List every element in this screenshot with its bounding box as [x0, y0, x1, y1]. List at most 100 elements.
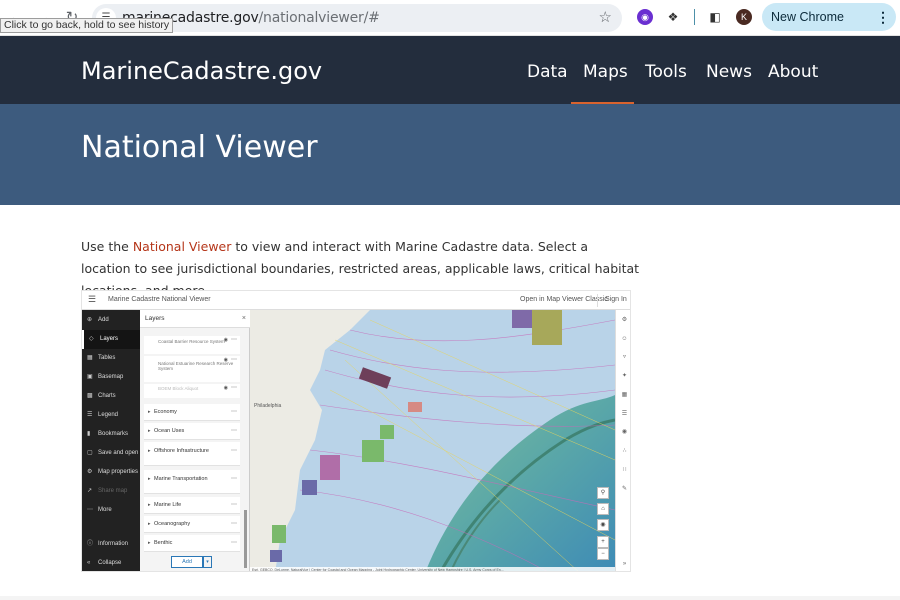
- right-toolbar: ⚙ ☺ ▿ ✦ ▦ ☰ ◉ ∴ ∷ ✎ »: [615, 310, 630, 571]
- site-logo-title[interactable]: MarineCadastre.gov: [81, 57, 322, 85]
- side-item-label: Add: [98, 317, 109, 323]
- group-label: Offshore Infrastructure: [154, 448, 209, 454]
- layer-group-ocean-uses: ▸ Ocean Uses ⋯: [144, 423, 240, 440]
- side-item-label: More: [98, 507, 112, 513]
- save-icon: ▢: [87, 450, 93, 456]
- layers-panel-header: Layers ×: [140, 310, 250, 328]
- chevron-right-icon: ▸: [148, 428, 151, 434]
- properties-icon: ⚙: [621, 317, 628, 323]
- side-item-save: ▢ Save and open: [82, 444, 140, 463]
- chrome-menu-icon[interactable]: ⋮: [876, 3, 890, 31]
- extensions-puzzle-icon[interactable]: ❖: [665, 9, 681, 25]
- national-viewer-preview[interactable]: ☰ Marine Cadastre National Viewer Open i…: [81, 290, 631, 572]
- national-viewer-link[interactable]: National Viewer: [133, 239, 232, 254]
- home-icon: ⌂: [597, 503, 609, 515]
- expand-icon: »: [622, 561, 627, 567]
- group-label: Benthic: [154, 540, 173, 546]
- extension-icon[interactable]: ◉: [637, 9, 653, 25]
- eye-icon: ◉: [223, 385, 228, 391]
- users-icon: ☺: [621, 336, 628, 342]
- nav-news[interactable]: News: [706, 62, 752, 82]
- hamburger-menu-icon: ☰: [88, 294, 97, 304]
- page-title: National Viewer: [81, 130, 318, 165]
- nav-about[interactable]: About: [768, 62, 818, 82]
- layers-panel: Layers × Coastal Barrier Resource System…: [140, 310, 250, 571]
- table-icon: ▦: [87, 355, 93, 361]
- nav-maps[interactable]: Maps: [583, 62, 628, 82]
- map-attribution: Esri, GEBCO, DeLorme, NaturalVue | Cente…: [250, 567, 615, 572]
- side-item-charts: ▩ Charts: [82, 387, 140, 406]
- sub-layer-label: Coastal Barrier Resource System: [158, 339, 225, 344]
- sub-layer-label: National Estuarine Research Reserve Syst…: [158, 361, 234, 371]
- layers-icon: ◇: [89, 336, 94, 342]
- add-layer-label: Add: [182, 559, 192, 565]
- side-item-tables: ▦ Tables: [82, 349, 140, 368]
- more-icon: ⋯: [231, 540, 237, 546]
- new-chrome-button[interactable]: New Chrome available ⋮: [762, 3, 896, 52]
- sub-layer-label: BOEM Block Aliquot: [158, 386, 199, 391]
- profile-avatar[interactable]: K: [736, 9, 752, 25]
- side-item-label: Legend: [98, 412, 119, 418]
- more-icon: ⋯: [231, 448, 237, 454]
- locate-icon: ◉: [597, 519, 609, 531]
- paint-icon: ◉: [621, 429, 628, 435]
- site-header: MarineCadastre.gov Data Maps Tools News …: [0, 36, 900, 104]
- side-panel-icon[interactable]: ◧: [707, 9, 723, 25]
- open-classic-link: Open in Map Viewer Classic: [520, 296, 608, 303]
- sub-layer: National Estuarine Research Reserve Syst…: [144, 356, 240, 382]
- page-banner: National Viewer: [0, 104, 900, 205]
- chevron-right-icon: ▸: [148, 540, 151, 546]
- side-item-share: ↗ Share map: [82, 482, 140, 501]
- layer-group-oceanography: ▸ Oceanography ⋯: [144, 516, 240, 533]
- layer-group-transportation: ▸ Marine Transportation ⋯: [144, 470, 240, 494]
- attribution-text: Esri, GEBCO, DeLorme, NaturalVue | Cente…: [252, 568, 504, 572]
- share-icon: ↗: [87, 488, 93, 494]
- sign-in-link: Sign In: [605, 296, 627, 303]
- edit-icon: ✎: [621, 486, 628, 492]
- side-item-information: ⓘ Information: [82, 535, 140, 554]
- toolbar-divider: [694, 9, 695, 25]
- side-item-label: Collapse: [98, 560, 122, 566]
- eye-icon: ◉: [223, 337, 228, 343]
- add-icon: ⊕: [87, 317, 93, 323]
- gear-icon: ⚙: [87, 469, 93, 475]
- group-label: Ocean Uses: [154, 428, 185, 434]
- side-item-label: Bookmarks: [98, 431, 129, 437]
- group-label: Economy: [154, 409, 177, 415]
- add-layer-button: Add: [171, 556, 203, 568]
- layer-group-marine-life: ▸ Marine Life ⋯: [144, 497, 240, 514]
- page-bottom-strip: [0, 596, 900, 600]
- info-icon: ⓘ: [87, 541, 94, 547]
- eye-icon: ◉: [223, 357, 228, 363]
- more-icon: ⋯: [231, 409, 237, 415]
- layer-group-economy: ▸ Economy ⋯: [144, 404, 240, 421]
- side-item-collapse: « Collapse: [82, 554, 140, 571]
- more-icon: ⋯: [231, 428, 237, 434]
- chevron-right-icon: ▸: [148, 521, 151, 527]
- bookmark-star-icon[interactable]: ☆: [599, 8, 612, 26]
- basemap-icon: ▣: [87, 374, 93, 380]
- chevron-right-icon: ▸: [148, 476, 151, 482]
- chevron-right-icon: ▸: [148, 409, 151, 415]
- browser-toolbar: ← → ↻ ☰ marinecadastre.gov/nationalviewe…: [0, 0, 900, 52]
- side-item-label: Information: [98, 541, 129, 547]
- map-city-label: Philadelphia: [254, 403, 282, 409]
- intro-text-before: Use the: [81, 239, 133, 254]
- grid-icon: ▦: [621, 392, 628, 398]
- side-item-label: Basemap: [98, 374, 124, 380]
- side-item-label: Share map: [98, 488, 128, 494]
- nav-data[interactable]: Data: [527, 62, 568, 82]
- map-canvas: [250, 310, 615, 571]
- side-item-bookmarks: ▮ Bookmarks: [82, 425, 140, 444]
- app-header: ☰ Marine Cadastre National Viewer Open i…: [82, 291, 630, 310]
- chevron-right-icon: ▸: [148, 502, 151, 508]
- app-title: Marine Cadastre National Viewer: [108, 296, 211, 303]
- zoom-in-icon: +: [597, 536, 609, 548]
- more-icon: ⋯: [231, 502, 237, 508]
- legend-icon: ☰: [87, 412, 93, 418]
- header-separator: [597, 294, 598, 307]
- nav-tools[interactable]: Tools: [645, 62, 687, 82]
- side-item-more: ⋯ More: [82, 501, 140, 520]
- sub-layer: Coastal Barrier Resource System ◉ ⋯: [144, 336, 240, 354]
- side-item-layers: ◇ Layers: [82, 330, 140, 349]
